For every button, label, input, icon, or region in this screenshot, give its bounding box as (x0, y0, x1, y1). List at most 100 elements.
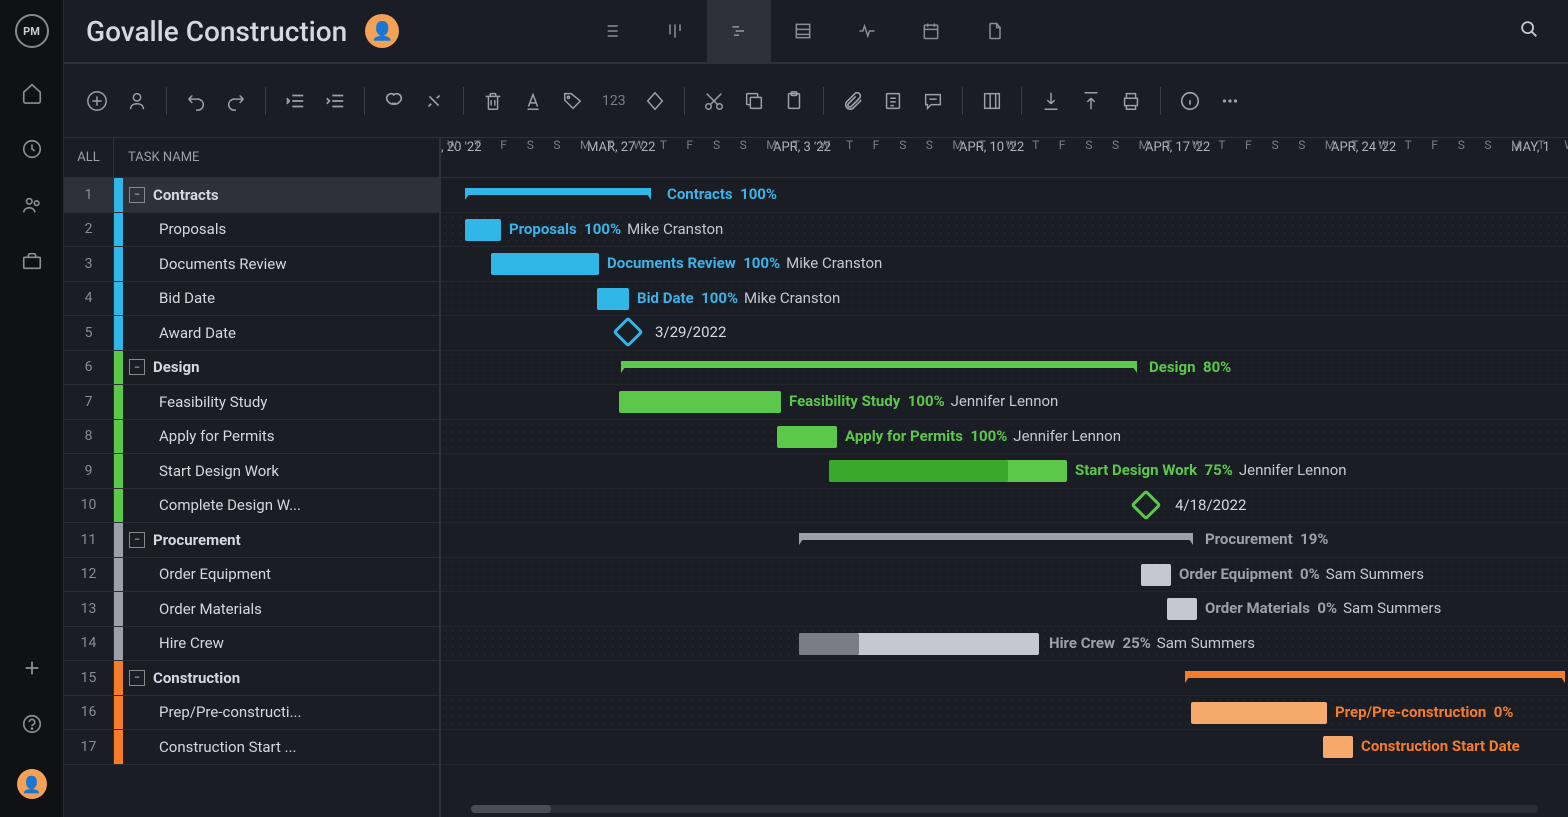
briefcase-icon[interactable] (21, 250, 43, 272)
row-number: 11 (64, 523, 114, 557)
task-row[interactable]: 17 Construction Start ... (64, 730, 439, 765)
task-row[interactable]: 6 − Design (64, 351, 439, 386)
import-button[interactable] (1040, 90, 1062, 112)
tag-button[interactable] (562, 90, 584, 112)
task-row[interactable]: 13 Order Materials (64, 592, 439, 627)
gantt-group-bar[interactable] (799, 533, 1193, 540)
copy-button[interactable] (743, 90, 765, 112)
gantt-group-bar[interactable] (621, 361, 1137, 368)
export-button[interactable] (1080, 90, 1102, 112)
task-row[interactable]: 1 − Contracts (64, 178, 439, 213)
gantt-task-bar[interactable] (777, 426, 837, 448)
gantt-row: Order Equipment 0%Sam Summers (441, 558, 1568, 593)
indent-button[interactable] (324, 90, 346, 112)
gantt-task-bar[interactable] (465, 219, 501, 241)
sheet-view-button[interactable] (771, 0, 835, 63)
gantt-view-button[interactable] (707, 0, 771, 63)
notes-button[interactable] (882, 90, 904, 112)
plus-icon[interactable] (21, 657, 43, 679)
row-number: 12 (64, 558, 114, 592)
row-number: 2 (64, 213, 114, 247)
gantt-row: Contracts 100% (441, 178, 1568, 213)
outdent-button[interactable] (284, 90, 306, 112)
unlink-button[interactable] (423, 90, 445, 112)
timeline-day-label: S (527, 138, 534, 152)
user-avatar-icon[interactable]: 👤 (17, 769, 47, 799)
collapse-icon[interactable]: − (129, 359, 145, 375)
attachment-button[interactable] (842, 90, 864, 112)
collapse-icon[interactable]: − (129, 187, 145, 203)
gantt-bar-label: Start Design Work 75%Jennifer Lennon (1075, 461, 1347, 479)
search-button[interactable] (1518, 18, 1540, 44)
column-header-taskname[interactable]: TASK NAME (114, 150, 439, 165)
timeline-day-label: S (1272, 138, 1279, 152)
add-task-button[interactable] (86, 90, 108, 112)
gantt-task-bar[interactable] (1323, 736, 1353, 758)
assign-button[interactable] (126, 90, 148, 112)
collapse-icon[interactable]: − (129, 670, 145, 686)
gantt-task-bar[interactable] (1141, 564, 1171, 586)
undo-button[interactable] (185, 90, 207, 112)
task-row[interactable]: 10 Complete Design W... (64, 489, 439, 524)
gantt-task-bar[interactable] (799, 633, 1039, 655)
timeline-day-label: W (1564, 138, 1568, 152)
columns-button[interactable] (981, 90, 1003, 112)
task-row[interactable]: 5 Award Date (64, 316, 439, 351)
horizontal-scrollbar[interactable] (471, 805, 1538, 813)
print-button[interactable] (1120, 90, 1142, 112)
milestone-button[interactable] (644, 90, 666, 112)
task-name-label: Apply for Permits (159, 427, 275, 445)
project-owner-avatar[interactable] (365, 14, 399, 48)
calendar-view-button[interactable] (899, 0, 963, 63)
text-style-button[interactable] (522, 90, 544, 112)
timeline-day-label: T (1218, 138, 1225, 152)
collapse-icon[interactable]: − (129, 532, 145, 548)
gantt-group-bar[interactable] (1185, 671, 1565, 678)
task-row[interactable]: 7 Feasibility Study (64, 385, 439, 420)
gantt-milestone[interactable] (612, 316, 643, 347)
link-button[interactable] (383, 90, 405, 112)
file-view-button[interactable] (963, 0, 1027, 63)
list-view-button[interactable] (579, 0, 643, 63)
task-color-indicator (114, 178, 123, 212)
activity-view-button[interactable] (835, 0, 899, 63)
gantt-task-bar[interactable] (829, 460, 1067, 482)
info-button[interactable] (1179, 90, 1201, 112)
task-row[interactable]: 4 Bid Date (64, 282, 439, 317)
board-view-button[interactable] (643, 0, 707, 63)
task-color-indicator (114, 282, 123, 316)
gantt-bar-label: Procurement 19% (1205, 530, 1328, 548)
gantt-task-bar[interactable] (597, 288, 629, 310)
app-logo[interactable]: PM (15, 14, 49, 48)
more-button[interactable] (1219, 90, 1241, 112)
paste-button[interactable] (783, 90, 805, 112)
column-header-all[interactable]: ALL (64, 138, 114, 177)
gantt-task-bar[interactable] (619, 391, 781, 413)
gantt-bar-label: Construction Start Date (1361, 737, 1527, 755)
team-icon[interactable] (21, 194, 43, 216)
task-row[interactable]: 12 Order Equipment (64, 558, 439, 593)
task-name-label: Design (153, 358, 200, 376)
task-row[interactable]: 14 Hire Crew (64, 627, 439, 662)
task-row[interactable]: 11 − Procurement (64, 523, 439, 558)
task-row[interactable]: 8 Apply for Permits (64, 420, 439, 455)
task-row[interactable]: 2 Proposals (64, 213, 439, 248)
cut-button[interactable] (703, 90, 725, 112)
gantt-milestone[interactable] (1130, 489, 1161, 520)
gantt-task-bar[interactable] (491, 253, 599, 275)
delete-button[interactable] (482, 90, 504, 112)
task-row[interactable]: 15 − Construction (64, 661, 439, 696)
gantt-group-bar[interactable] (465, 188, 651, 195)
gantt-task-bar[interactable] (1191, 702, 1327, 724)
clock-icon[interactable] (21, 138, 43, 160)
help-icon[interactable] (21, 713, 43, 735)
task-row[interactable]: 3 Documents Review (64, 247, 439, 282)
timeline-day-label: S (1458, 138, 1465, 152)
task-row[interactable]: 9 Start Design Work (64, 454, 439, 489)
home-icon[interactable] (21, 82, 43, 104)
gantt-task-bar[interactable] (1167, 598, 1197, 620)
redo-button[interactable] (225, 90, 247, 112)
task-row[interactable]: 16 Prep/Pre-constructi... (64, 696, 439, 731)
comment-button[interactable] (922, 90, 944, 112)
timeline-day-label: F (1245, 138, 1252, 152)
